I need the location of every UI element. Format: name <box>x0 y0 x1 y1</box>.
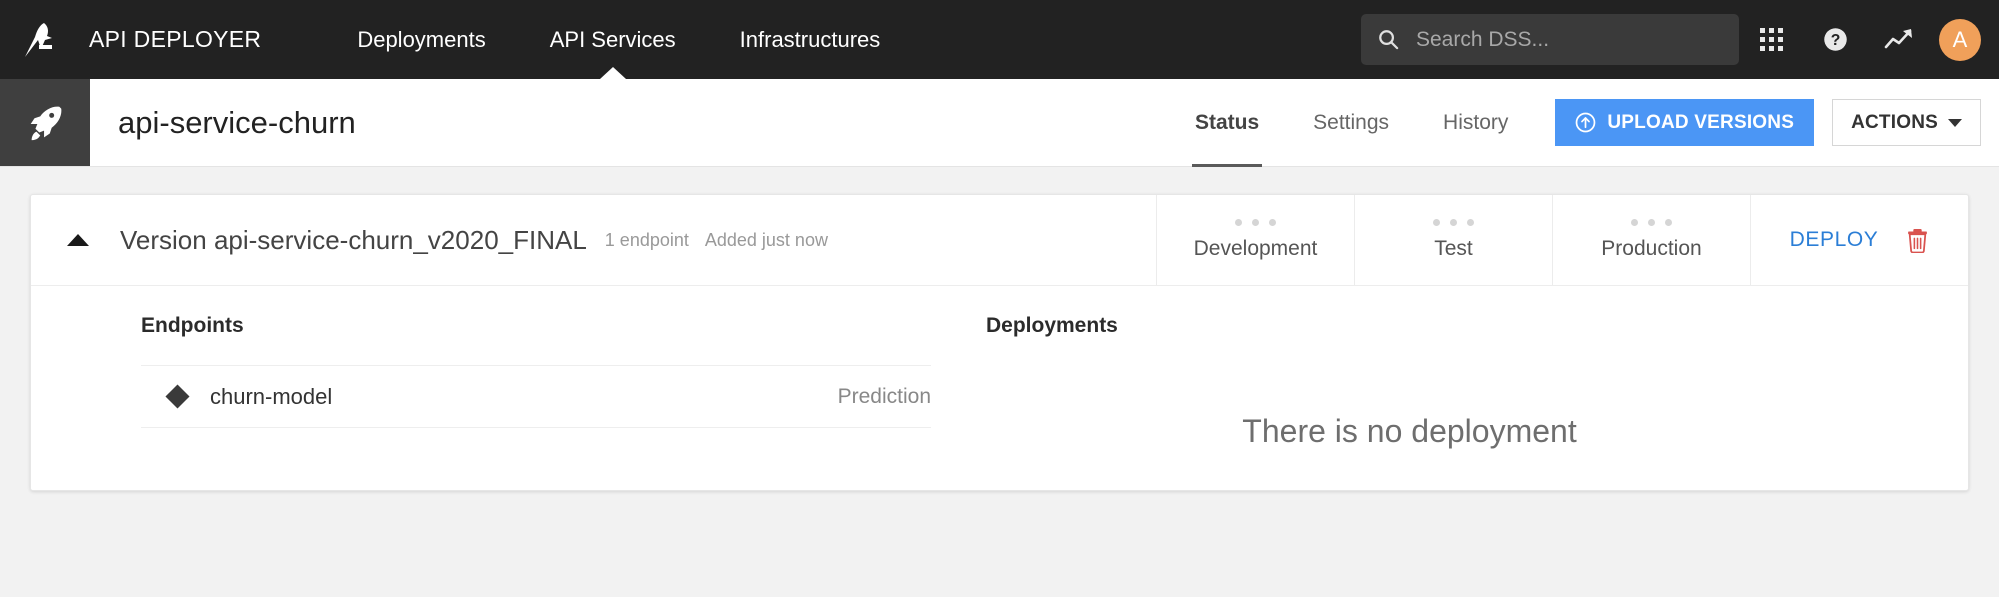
version-summary[interactable]: Version api-service-churn_v2020_FINAL 1 … <box>31 195 1156 285</box>
page-header: api-service-churn Status Settings Histor… <box>0 79 1999 167</box>
env-label-test: Test <box>1434 237 1473 261</box>
env-column-test[interactable]: Test <box>1354 195 1552 285</box>
status-dots-icon <box>1631 219 1672 226</box>
page-content: Version api-service-churn_v2020_FINAL 1 … <box>0 167 1999 596</box>
user-avatar[interactable]: A <box>1939 19 1981 61</box>
chevron-up-icon[interactable] <box>67 234 89 246</box>
endpoints-section-title: Endpoints <box>141 314 931 338</box>
rocket-icon <box>0 79 90 166</box>
version-card: Version api-service-churn_v2020_FINAL 1 … <box>30 194 1969 491</box>
search-icon <box>1377 28 1400 51</box>
endpoints-section: Endpoints churn-model Prediction <box>31 314 976 450</box>
env-label-production: Production <box>1601 237 1701 261</box>
nav-link-infrastructures[interactable]: Infrastructures <box>708 0 913 79</box>
version-header-row: Version api-service-churn_v2020_FINAL 1 … <box>31 195 1968 286</box>
trending-chart-icon[interactable] <box>1867 0 1931 79</box>
tab-settings[interactable]: Settings <box>1286 79 1416 167</box>
endpoint-name: churn-model <box>210 384 332 410</box>
deploy-button[interactable]: DEPLOY <box>1790 228 1879 252</box>
version-actions: DEPLOY <box>1750 195 1968 285</box>
primary-nav: Deployments API Services Infrastructures <box>325 0 912 79</box>
version-name: Version api-service-churn_v2020_FINAL <box>120 225 587 256</box>
actions-label: ACTIONS <box>1851 112 1938 134</box>
help-question-icon[interactable]: ? <box>1803 0 1867 79</box>
search-input[interactable] <box>1414 27 1723 53</box>
top-navigation-bar: API DEPLOYER Deployments API Services In… <box>0 0 1999 79</box>
search-box[interactable] <box>1361 14 1739 65</box>
upload-circle-icon <box>1575 112 1596 133</box>
endpoint-row[interactable]: churn-model Prediction <box>141 366 931 428</box>
endpoints-list: churn-model Prediction <box>141 365 931 428</box>
deployments-empty-state: There is no deployment <box>986 365 1968 450</box>
page-tabs: Status Settings History <box>1168 79 1535 167</box>
chevron-down-icon <box>1948 119 1962 127</box>
apps-grid-icon[interactable] <box>1739 0 1803 79</box>
env-column-development[interactable]: Development <box>1156 195 1354 285</box>
page-header-actions: UPLOAD VERSIONS ACTIONS <box>1535 79 1999 166</box>
dataiku-bird-logo[interactable] <box>18 18 62 62</box>
trash-icon[interactable] <box>1906 228 1929 253</box>
upload-versions-button[interactable]: UPLOAD VERSIONS <box>1555 99 1814 146</box>
tab-history[interactable]: History <box>1416 79 1535 167</box>
page-title: api-service-churn <box>90 79 356 166</box>
deployments-section-title: Deployments <box>986 314 1968 338</box>
status-dots-icon <box>1235 219 1276 226</box>
brand-title: API DEPLOYER <box>89 26 261 53</box>
env-column-production[interactable]: Production <box>1552 195 1750 285</box>
version-details: Endpoints churn-model Prediction Deploym… <box>31 286 1968 490</box>
actions-menu-button[interactable]: ACTIONS <box>1832 99 1981 146</box>
tab-status[interactable]: Status <box>1168 79 1286 167</box>
endpoint-type: Prediction <box>838 385 931 409</box>
env-label-development: Development <box>1194 237 1318 261</box>
upload-versions-label: UPLOAD VERSIONS <box>1607 112 1794 134</box>
version-added-time: Added just now <box>705 230 828 251</box>
deployments-section: Deployments There is no deployment <box>976 314 1968 450</box>
version-endpoint-count: 1 endpoint <box>605 230 689 251</box>
svg-text:?: ? <box>1830 32 1840 49</box>
top-nav-right-controls: ? A <box>1361 0 1999 79</box>
nav-link-api-services[interactable]: API Services <box>518 0 708 79</box>
diamond-endpoint-icon <box>165 384 189 408</box>
status-dots-icon <box>1433 219 1474 226</box>
nav-link-deployments[interactable]: Deployments <box>325 0 517 79</box>
